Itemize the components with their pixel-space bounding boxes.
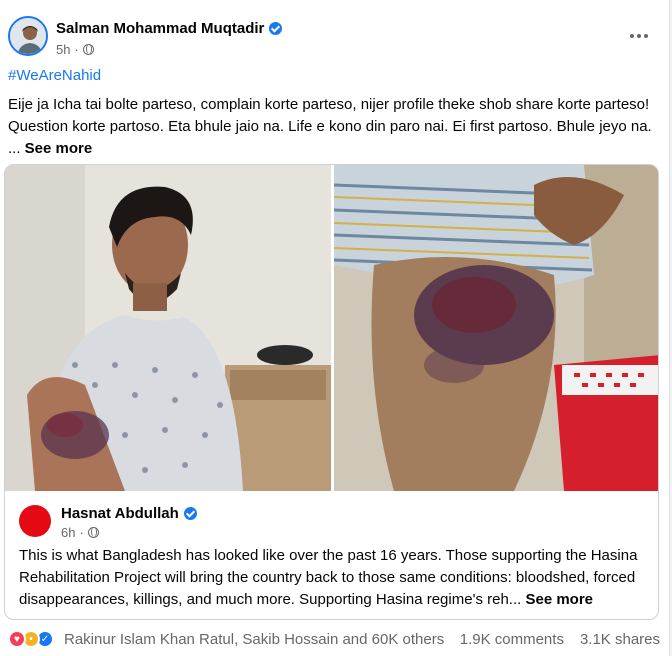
shared-post-time[interactable]: 6h: [61, 525, 75, 540]
verified-badge-icon: [269, 22, 283, 35]
see-more-button[interactable]: See more: [25, 140, 93, 157]
comments-count[interactable]: 1.9K comments: [460, 631, 564, 648]
photo-man-bruised-arm[interactable]: [5, 165, 331, 491]
ellipsis: ...: [8, 140, 25, 157]
love-reaction-icon: ♥: [8, 630, 26, 648]
shared-body-text: disappearances, killings, and much more.…: [19, 591, 522, 608]
meta-separator: ·: [74, 42, 79, 57]
more-options-icon: [630, 34, 634, 38]
shared-body-line: disappearances, killings, and much more.…: [19, 589, 649, 611]
author-name[interactable]: Salman Mohammad Muqtadir: [56, 20, 283, 37]
shared-post[interactable]: Hasnat Abdullah 6h · This is what Bangla…: [4, 164, 659, 620]
feed-post: Salman Mohammad Muqtadir 5h · #WeAreNahi…: [0, 0, 670, 656]
hashtag-link[interactable]: #WeAreNahid: [8, 67, 101, 84]
shared-post-body: This is what Bangladesh has looked like …: [19, 545, 649, 611]
post-meta: 5h ·: [56, 42, 94, 57]
post-body-line: ... See more: [8, 138, 658, 160]
more-options-button[interactable]: [621, 22, 657, 50]
shared-photos: [5, 165, 658, 491]
reaction-names[interactable]: Rakinur Islam Khan Ratul, Sakib Hossain …: [64, 631, 444, 648]
author-avatar[interactable]: [8, 16, 48, 56]
engagement-counts: 1.9K comments 3.1K shares: [460, 631, 660, 648]
verified-badge-icon: [183, 507, 197, 520]
shared-author-avatar[interactable]: [19, 505, 51, 537]
shared-body-line: This is what Bangladesh has looked like …: [19, 547, 638, 564]
post-header: Salman Mohammad Muqtadir 5h ·: [8, 12, 657, 60]
photo-bruised-thigh[interactable]: [334, 165, 658, 491]
post-body-line: Eije ja Icha tai bolte parteso, complain…: [8, 96, 650, 113]
globe-icon[interactable]: [82, 44, 94, 55]
shared-post-meta: 6h ·: [61, 525, 99, 540]
post-footer: ♥ • ✓ Rakinur Islam Khan Ratul, Sakib Ho…: [8, 626, 660, 652]
author-name-text[interactable]: Salman Mohammad Muqtadir: [56, 20, 264, 37]
globe-icon[interactable]: [87, 527, 99, 538]
shared-post-header: Hasnat Abdullah 6h ·: [19, 501, 639, 541]
shared-author-name-text[interactable]: Hasnat Abdullah: [61, 505, 179, 522]
post-body-line: Question korte partoso. Eta bhule jaio n…: [8, 118, 652, 135]
shared-author-name[interactable]: Hasnat Abdullah: [61, 505, 197, 522]
post-time[interactable]: 5h: [56, 42, 70, 57]
post-body: Eije ja Icha tai bolte parteso, complain…: [8, 94, 658, 160]
shares-count[interactable]: 3.1K shares: [580, 631, 660, 648]
shared-see-more-button[interactable]: See more: [525, 591, 593, 608]
reaction-icons[interactable]: ♥ • ✓: [8, 630, 54, 648]
shared-body-line: Rehabilitation Project will bring the co…: [19, 569, 636, 586]
meta-separator: ·: [79, 525, 84, 540]
